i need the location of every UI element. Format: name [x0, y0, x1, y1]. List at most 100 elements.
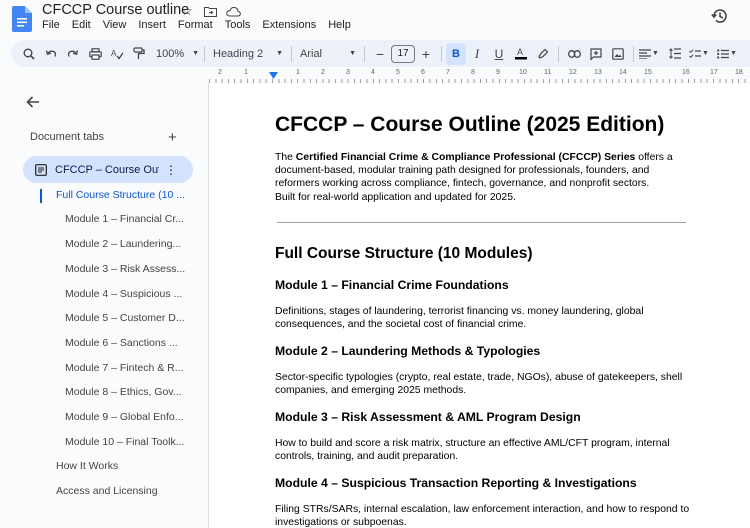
ruler-number: 11 [544, 69, 552, 76]
horizontal-divider [277, 222, 686, 223]
tab-item-active[interactable]: CFCCP – Course Out... ⋮ [23, 156, 193, 183]
document-outline-sidebar: Document tabs + CFCCP – Course Out... ⋮ … [11, 83, 209, 528]
zoom-select[interactable]: 100% ▼ [156, 43, 200, 65]
outline-item-access-and-licensing[interactable]: Access and Licensing [56, 485, 158, 497]
italic-icon[interactable]: I [466, 43, 488, 65]
menu-edit[interactable]: Edit [72, 19, 97, 31]
menu-help[interactable]: Help [328, 19, 357, 31]
outline-item-module-4[interactable]: Module 4 – Suspicious ... [65, 288, 182, 300]
menu-bar: File Edit View Insert Format Tools Exten… [42, 19, 363, 31]
font-size-input[interactable]: 17 [391, 44, 415, 63]
cloud-status-icon[interactable] [225, 3, 241, 19]
back-arrow-icon[interactable] [25, 94, 41, 110]
ruler-number: 2 [321, 69, 325, 76]
font-family-select[interactable]: Arial ▼ [296, 43, 360, 65]
outline-item-module-2[interactable]: Module 2 – Laundering... [65, 238, 181, 250]
ruler-numbers: 2 1 1 2 3 4 5 6 7 8 9 10 11 12 13 14 15 … [209, 69, 750, 79]
menu-format[interactable]: Format [178, 19, 219, 31]
paragraph-style-select[interactable]: Heading 2 ▼ [209, 43, 287, 65]
menu-extensions[interactable]: Extensions [262, 19, 322, 31]
ruler-number: 10 [519, 69, 527, 76]
menu-view[interactable]: View [103, 19, 133, 31]
docs-logo-icon[interactable] [12, 6, 32, 32]
document-page[interactable]: CFCCP – Course Outline (2025 Edition) Th… [209, 83, 750, 528]
outline-item-module-5[interactable]: Module 5 – Customer D... [65, 312, 185, 324]
spellcheck-icon[interactable]: A [106, 43, 128, 65]
document-tabs-heading: Document tabs [30, 131, 104, 143]
outline-item-module-6[interactable]: Module 6 – Sanctions ... [65, 337, 178, 349]
search-menus-icon[interactable] [18, 43, 40, 65]
ruler-number: 1 [244, 69, 248, 76]
module-1-heading: Module 1 – Financial Crime Foundations [275, 278, 509, 292]
outline-item-module-9[interactable]: Module 9 – Global Enfo... [65, 411, 184, 423]
underline-icon[interactable]: U [488, 43, 510, 65]
menu-insert[interactable]: Insert [138, 19, 172, 31]
ruler-number: 4 [371, 69, 375, 76]
outline-item-module-1[interactable]: Module 1 – Financial Cr... [65, 213, 184, 225]
paint-format-icon[interactable] [128, 43, 150, 65]
print-icon[interactable] [84, 43, 106, 65]
text-color-icon[interactable]: A [510, 43, 532, 65]
ruler-number: 17 [710, 69, 718, 76]
highlight-color-icon[interactable] [532, 43, 554, 65]
intro-lead-text: The [275, 152, 296, 163]
decrease-font-size-button[interactable]: − [369, 43, 391, 65]
insert-comment-icon[interactable] [585, 43, 607, 65]
module-2-heading: Module 2 – Laundering Methods & Typologi… [275, 344, 541, 358]
add-tab-button[interactable]: + [168, 129, 177, 146]
intro-bold-text: Certified Financial Crime & Compliance P… [295, 152, 636, 163]
zoom-value: 100% [156, 47, 185, 60]
bold-icon[interactable]: B [446, 42, 466, 65]
outline-item-module-10[interactable]: Module 10 – Final Toolk... [65, 436, 184, 448]
ruler-number: 14 [619, 69, 627, 76]
horizontal-ruler[interactable]: 2 1 1 2 3 4 5 6 7 8 9 10 11 12 13 14 15 … [209, 67, 750, 83]
module-2-body: Sector-specific typologies (crypto, real… [275, 372, 683, 397]
ruler-number: 3 [346, 69, 350, 76]
move-folder-icon[interactable] [202, 3, 218, 19]
chevron-down-icon: ▼ [349, 50, 356, 57]
more-options-icon[interactable]: ⋮ [165, 163, 177, 177]
intro-paragraph: The Certified Financial Crime & Complian… [275, 151, 695, 204]
outline-item-module-7[interactable]: Module 7 – Fintech & R... [65, 362, 183, 374]
menu-file[interactable]: File [42, 19, 66, 31]
module-3-body: How to build and score a risk matrix, st… [275, 438, 670, 463]
ruler-number: 7 [446, 69, 450, 76]
outline-item-how-it-works[interactable]: How It Works [56, 460, 118, 472]
ruler-number: 2 [218, 69, 222, 76]
ruler-number: 16 [682, 69, 690, 76]
insert-link-icon[interactable] [563, 43, 585, 65]
outline-item-module-3[interactable]: Module 3 – Risk Assess... [65, 263, 185, 275]
checklist-icon[interactable]: ▼ [688, 43, 710, 65]
font-family-value: Arial [300, 47, 323, 60]
active-heading-indicator [40, 189, 42, 203]
document-title[interactable]: CFCCP Course outline [42, 2, 189, 18]
undo-icon[interactable] [40, 43, 62, 65]
star-icon[interactable]: ☆ [179, 3, 195, 19]
ruler-number: 13 [594, 69, 602, 76]
redo-icon[interactable] [62, 43, 84, 65]
align-left-icon[interactable]: ▼ [638, 43, 660, 65]
menu-tools[interactable]: Tools [225, 19, 257, 31]
structure-heading: Full Course Structure (10 Modules) [275, 245, 533, 262]
ruler-number: 18 [735, 69, 743, 76]
chevron-down-icon: ▼ [276, 50, 283, 57]
outline-item-full-course-structure[interactable]: Full Course Structure (10 ... [56, 189, 185, 201]
svg-text:A: A [517, 47, 523, 57]
toolbar-divider [204, 45, 205, 62]
ruler-number: 9 [496, 69, 500, 76]
version-history-icon[interactable] [710, 6, 730, 26]
paragraph-style-value: Heading 2 [213, 47, 264, 60]
toolbar-divider [558, 45, 559, 62]
docs-app: CFCCP Course outline ☆ File Edit View In… [0, 0, 750, 528]
insert-image-icon[interactable] [607, 43, 629, 65]
outline-item-module-8[interactable]: Module 8 – Ethics, Gov... [65, 386, 182, 398]
intro-line2-text: Built for real-world application and upd… [275, 191, 516, 203]
module-1-body: Definitions, stages of laundering, terro… [275, 306, 644, 331]
bulleted-list-icon[interactable]: ▼ [716, 43, 738, 65]
line-spacing-icon[interactable] [664, 43, 686, 65]
title-bar: CFCCP Course outline ☆ File Edit View In… [0, 0, 750, 38]
toolbar-divider [291, 45, 292, 62]
module-3-heading: Module 3 – Risk Assessment & AML Program… [275, 410, 581, 424]
increase-font-size-button[interactable]: + [415, 43, 437, 65]
ruler-number: 5 [396, 69, 400, 76]
